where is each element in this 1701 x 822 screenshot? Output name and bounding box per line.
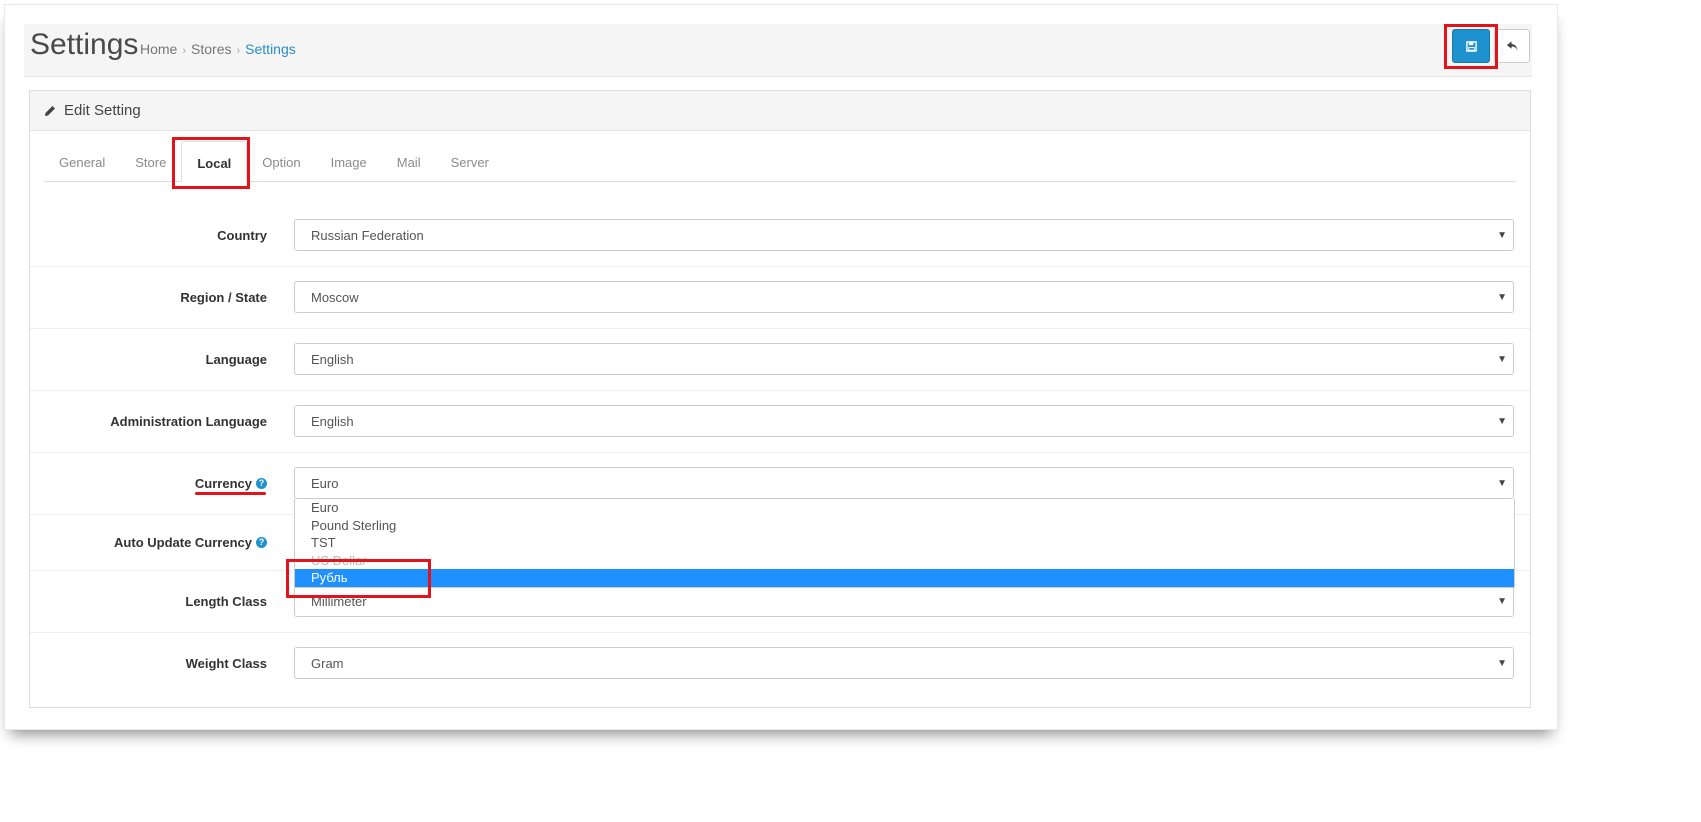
save-button[interactable] — [1452, 29, 1490, 63]
page-header: Settings Home › Stores › Settings — [24, 24, 1532, 77]
admin-language-label: Administration Language — [110, 413, 267, 429]
currency-label: Currency ? — [195, 452, 267, 514]
form-row-admin-language: Administration Language English ▼ — [30, 390, 1530, 453]
tab-option[interactable]: Option — [247, 141, 315, 181]
breadcrumb-separator: › — [182, 45, 187, 57]
region-label: Region / State — [180, 289, 267, 305]
help-icon[interactable]: ? — [256, 477, 267, 489]
chevron-down-icon: ▼ — [1497, 658, 1507, 669]
currency-option-us-dollar[interactable]: US Dollar — [295, 552, 1514, 570]
currency-label-text: Currency — [194, 475, 252, 491]
country-value: Russian Federation — [311, 228, 424, 243]
edit-setting-panel: Edit Setting General Store Local Option … — [29, 90, 1531, 708]
country-label: Country — [217, 227, 267, 243]
form-row-region: Region / State Moscow ▼ — [30, 266, 1530, 329]
weight-class-select[interactable]: Gram ▼ — [294, 647, 1514, 679]
panel-heading-title: Edit Setting — [64, 102, 141, 119]
breadcrumb-stores[interactable]: Stores — [191, 41, 231, 57]
currency-select[interactable]: Euro ▼ — [294, 467, 1514, 499]
save-icon — [1465, 40, 1477, 52]
country-select[interactable]: Russian Federation ▼ — [294, 219, 1514, 251]
chevron-down-icon: ▼ — [1497, 354, 1507, 365]
currency-label-underline — [195, 492, 266, 495]
region-select[interactable]: Moscow ▼ — [294, 281, 1514, 313]
page-title: Settings — [30, 28, 139, 61]
auto-update-currency-label-text: Auto Update Currency — [114, 534, 252, 550]
chevron-down-icon: ▼ — [1497, 596, 1507, 607]
form-row-language: Language English ▼ — [30, 328, 1530, 391]
form-row-weight-class: Weight Class Gram ▼ — [30, 632, 1530, 694]
tab-mail[interactable]: Mail — [382, 141, 436, 181]
settings-tabs: General Store Local Option Image Mail Se… — [44, 141, 1516, 182]
auto-update-currency-label: Auto Update Currency ? — [114, 514, 267, 570]
language-value: English — [311, 352, 354, 367]
chevron-down-icon: ▼ — [1497, 292, 1507, 303]
breadcrumb-settings[interactable]: Settings — [245, 41, 296, 57]
breadcrumb-home[interactable]: Home — [140, 41, 177, 57]
length-class-value: Millimeter — [311, 594, 367, 609]
breadcrumb: Home › Stores › Settings — [140, 41, 296, 57]
currency-option-euro[interactable]: Euro — [295, 499, 1514, 517]
chevron-down-icon: ▼ — [1497, 230, 1507, 241]
currency-value: Euro — [311, 476, 339, 491]
tab-general[interactable]: General — [44, 141, 120, 181]
region-value: Moscow — [311, 290, 359, 305]
chevron-down-icon: ▼ — [1497, 478, 1507, 489]
currency-option-tst[interactable]: TST — [295, 534, 1514, 552]
chevron-down-icon: ▼ — [1497, 416, 1507, 427]
length-class-label: Length Class — [185, 593, 267, 609]
weight-class-label: Weight Class — [185, 655, 267, 671]
tab-local[interactable]: Local — [181, 141, 248, 182]
weight-class-value: Gram — [311, 656, 344, 671]
length-class-select[interactable]: Millimeter ▼ — [294, 585, 1514, 617]
currency-dropdown-list: Euro Pound Sterling TST US Dollar Рубль — [294, 499, 1515, 588]
form-row-country: Country Russian Federation ▼ — [30, 204, 1530, 267]
language-label: Language — [205, 351, 267, 367]
help-icon[interactable]: ? — [256, 536, 267, 548]
tab-image[interactable]: Image — [316, 141, 382, 181]
admin-language-select[interactable]: English ▼ — [294, 405, 1514, 437]
back-button[interactable] — [1494, 29, 1530, 63]
language-select[interactable]: English ▼ — [294, 343, 1514, 375]
tab-store[interactable]: Store — [120, 141, 181, 181]
tab-server[interactable]: Server — [436, 141, 504, 181]
currency-option-rubl[interactable]: Рубль — [295, 569, 1514, 587]
currency-option-pound-sterling[interactable]: Pound Sterling — [295, 517, 1514, 535]
panel-heading: Edit Setting — [30, 91, 1530, 131]
admin-language-value: English — [311, 414, 354, 429]
reply-icon — [1506, 41, 1518, 51]
breadcrumb-separator: › — [236, 45, 241, 57]
pencil-icon — [44, 105, 56, 117]
